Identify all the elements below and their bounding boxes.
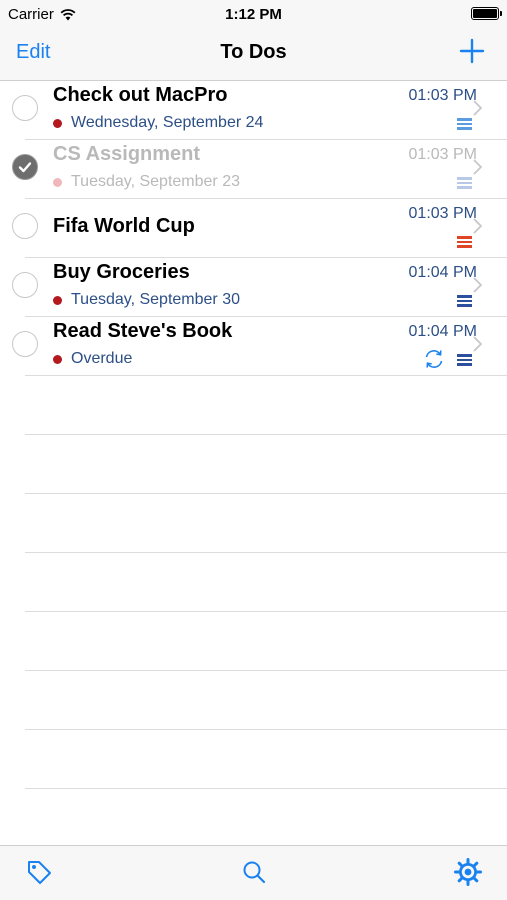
todo-title: CS Assignment xyxy=(53,143,201,165)
todo-due-date-label: Overdue xyxy=(71,350,133,367)
todo-due-date-label: Tuesday, September 30 xyxy=(71,291,240,308)
todo-due-date-label: Wednesday, September 24 xyxy=(71,114,264,131)
priority-icon xyxy=(457,236,472,248)
gear-icon[interactable] xyxy=(454,858,482,886)
todo-row[interactable]: CS Assignment Tuesday, September 23 01:03 … xyxy=(12,140,507,199)
empty-row xyxy=(25,789,507,846)
checkmark-icon xyxy=(18,162,32,173)
todo-title: Fifa World Cup xyxy=(53,215,195,237)
tag-icon[interactable] xyxy=(25,858,53,886)
chevron-right-icon xyxy=(473,100,482,116)
todo-list: Check out MacPro Wednesday, September 24 0… xyxy=(0,81,507,846)
due-dot-icon xyxy=(53,177,62,187)
todo-row[interactable]: Check out MacPro Wednesday, September 24 0… xyxy=(12,81,507,140)
todo-due-date: Tuesday, September 23 xyxy=(53,173,240,191)
empty-row xyxy=(25,671,507,730)
empty-row xyxy=(25,553,507,612)
checkbox[interactable] xyxy=(12,213,38,239)
todo-time: 01:03 PM xyxy=(408,205,477,222)
todo-due-date-label: Tuesday, September 23 xyxy=(71,173,240,190)
priority-icon xyxy=(457,177,472,189)
todo-title: Buy Groceries xyxy=(53,261,190,283)
todo-row[interactable]: Read Steve's Book Overdue 01:04 PM xyxy=(12,317,507,376)
checkbox[interactable] xyxy=(12,331,38,357)
checkbox[interactable] xyxy=(12,272,38,298)
page-title: To Dos xyxy=(220,41,287,63)
status-time: 1:12 PM xyxy=(225,6,282,23)
checkbox[interactable] xyxy=(12,95,38,121)
priority-icon xyxy=(457,354,472,366)
chevron-right-icon xyxy=(473,277,482,293)
priority-icon xyxy=(457,295,472,307)
navigation-bar: Edit To Dos xyxy=(0,28,507,81)
search-icon[interactable] xyxy=(240,858,268,886)
todo-title: Read Steve's Book xyxy=(53,320,233,342)
status-bar: Carrier 1:12 PM xyxy=(0,0,507,28)
todo-time: 01:03 PM xyxy=(408,146,477,163)
chevron-right-icon xyxy=(473,218,482,234)
due-dot-icon xyxy=(53,295,62,305)
empty-row xyxy=(25,612,507,671)
battery-icon xyxy=(471,7,502,20)
todo-time: 01:04 PM xyxy=(408,264,477,281)
todo-row[interactable]: Fifa World Cup 01:03 PM xyxy=(12,199,507,258)
todo-title: Check out MacPro xyxy=(53,84,228,106)
todo-due-date: Tuesday, September 30 xyxy=(53,291,240,309)
checkbox-checked[interactable] xyxy=(12,154,38,180)
due-dot-icon xyxy=(53,118,62,128)
chevron-right-icon xyxy=(473,159,482,175)
todo-time: 01:03 PM xyxy=(408,87,477,104)
priority-icon xyxy=(457,118,472,130)
empty-row xyxy=(25,730,507,789)
empty-row xyxy=(25,435,507,494)
todo-row[interactable]: Buy Groceries Tuesday, September 30 01:04 … xyxy=(12,258,507,317)
plus-icon[interactable] xyxy=(459,38,485,64)
due-dot-icon xyxy=(53,354,62,364)
empty-row xyxy=(25,494,507,553)
edit-button[interactable]: Edit xyxy=(16,41,50,64)
repeat-icon xyxy=(425,350,443,368)
todo-due-date: Wednesday, September 24 xyxy=(53,114,263,132)
todo-time: 01:04 PM xyxy=(408,323,477,340)
todo-due-date: Overdue xyxy=(53,350,132,368)
empty-row xyxy=(25,376,507,435)
chevron-right-icon xyxy=(473,336,482,352)
tab-bar xyxy=(0,845,507,900)
